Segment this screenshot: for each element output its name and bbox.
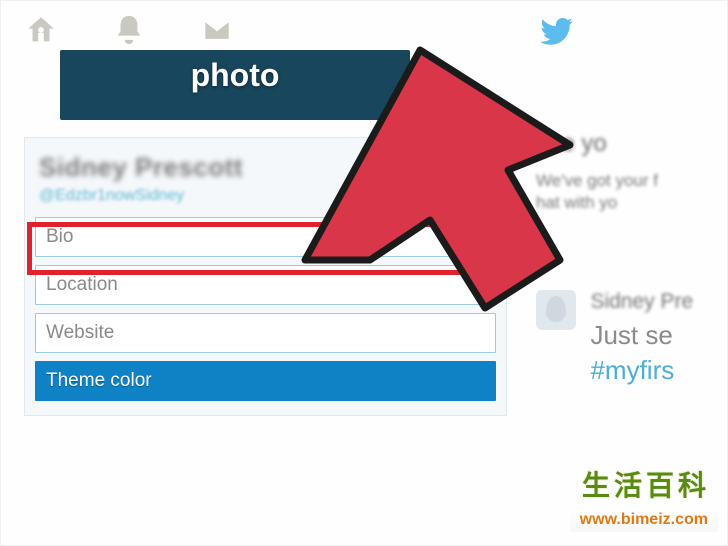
side-line2: hat with yo [536, 192, 728, 214]
screenshot-stage: photo Sidney Prescott @Edzbr1nowSidney B… [0, 0, 728, 546]
feed-username[interactable]: Sidney Pre [590, 290, 693, 314]
onboarding-side-text: ose yo We've got your f hat with yo [536, 130, 728, 214]
notifications-icon[interactable] [112, 13, 146, 47]
messages-icon[interactable] [200, 13, 234, 47]
feed-body: Just se [590, 320, 693, 351]
bio-input[interactable]: Bio [35, 217, 496, 257]
feed-hashtag[interactable]: #myfirs [590, 355, 693, 386]
watermark-cn: 生活百科 [582, 464, 710, 504]
avatar[interactable] [536, 290, 576, 330]
header-photo-card[interactable]: photo [60, 50, 410, 120]
edit-profile-panel: Sidney Prescott @Edzbr1nowSidney Bio Loc… [24, 137, 507, 416]
profile-name[interactable]: Sidney Prescott [39, 152, 500, 183]
side-line1: We've got your f [536, 170, 728, 192]
twitter-bird-icon[interactable] [540, 14, 574, 48]
website-input[interactable]: Website [35, 313, 496, 353]
theme-color-button[interactable]: Theme color [35, 361, 496, 401]
side-heading: ose yo [536, 130, 728, 158]
feed-preview: Sidney Pre Just se #myfirs [536, 290, 728, 386]
home-icon[interactable] [24, 13, 58, 47]
profile-name-block: Sidney Prescott @Edzbr1nowSidney [25, 138, 506, 209]
location-input[interactable]: Location [35, 265, 496, 305]
header-photo-label: photo [191, 57, 280, 93]
profile-handle: @Edzbr1nowSidney [39, 187, 500, 205]
watermark-url: www.bimeiz.com [570, 508, 718, 532]
